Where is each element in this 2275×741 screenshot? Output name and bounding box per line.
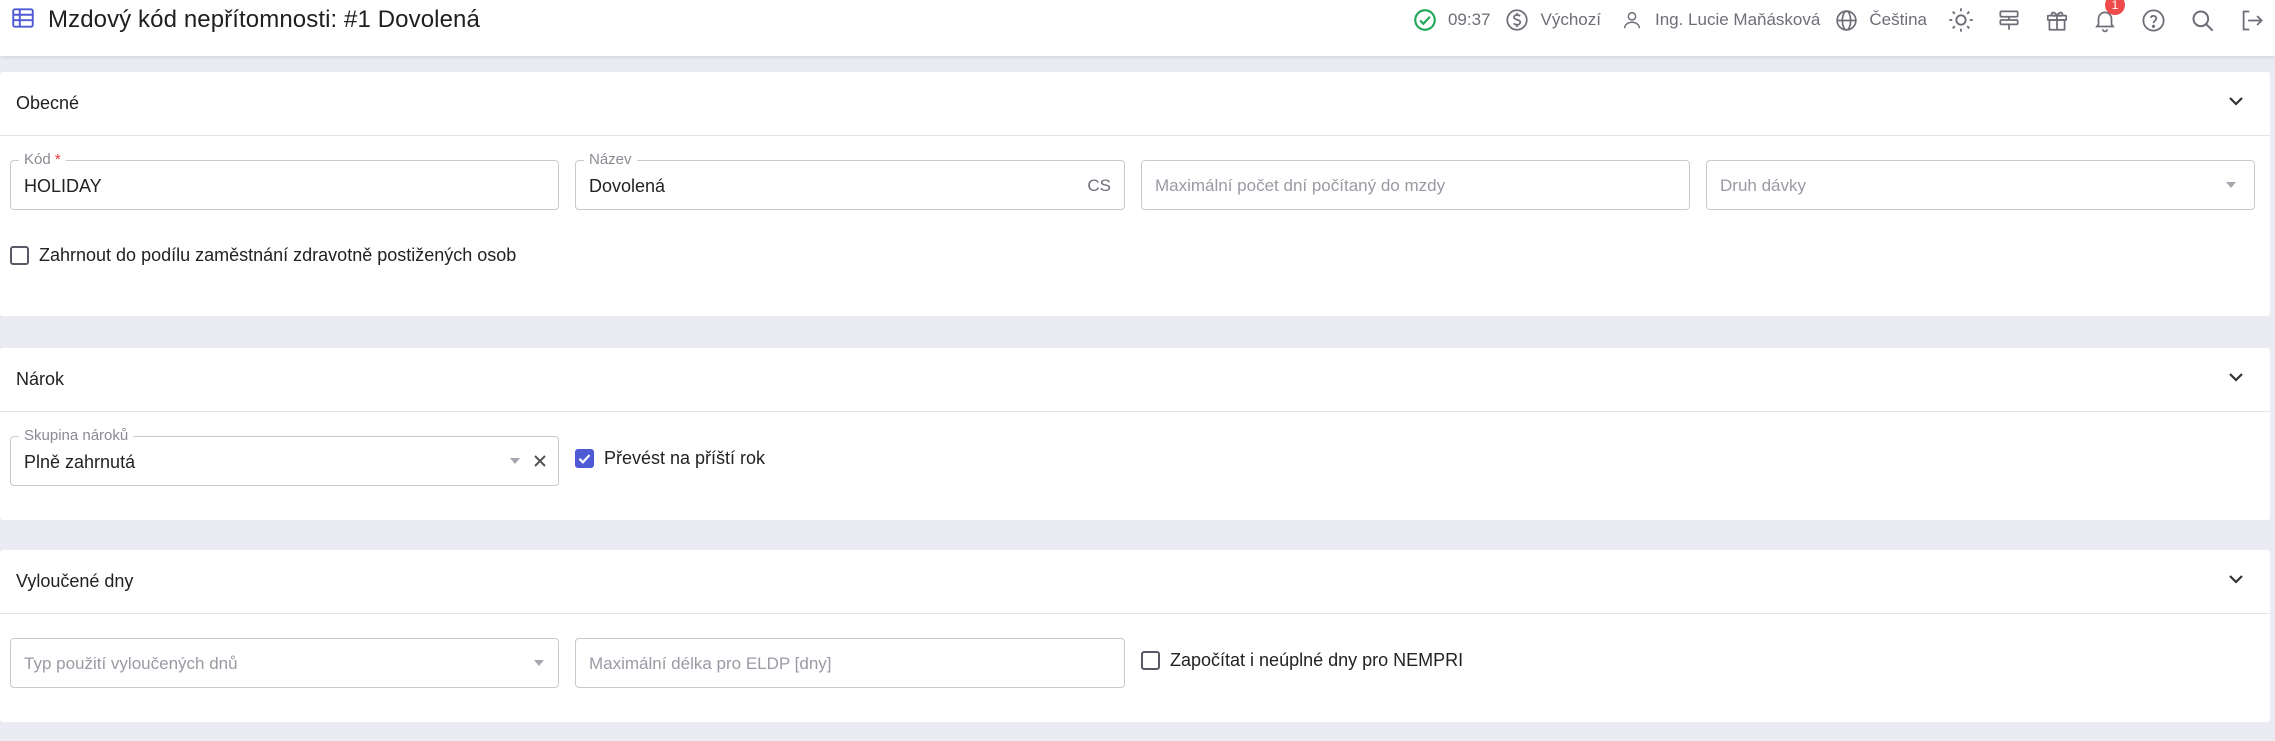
currency-label: Výchozí	[1540, 10, 1601, 29]
name-field[interactable]: Název Dovolená CS	[575, 151, 1125, 210]
toolbar: 09:37 Výchozí Ing. Lucie Maňásková Češti…	[1412, 0, 2275, 40]
notification-badge: 1	[2105, 0, 2125, 15]
user-menu[interactable]: Ing. Lucie Maňásková	[1621, 9, 1820, 31]
partial-days-checkbox[interactable]: Započítat i neúplné dny pro NEMPRI	[1141, 650, 1463, 671]
benefit-type-select[interactable]: Druh dávky	[1706, 160, 2255, 210]
chevron-down-icon[interactable]	[2224, 365, 2248, 394]
help-icon[interactable]	[2140, 7, 2167, 34]
entitlement-group-label: Skupina nároků	[19, 427, 134, 445]
chevron-down-icon[interactable]	[2224, 567, 2248, 596]
user-icon	[1621, 9, 1643, 31]
section-excluded-header[interactable]: Vyloučené dny	[0, 550, 2270, 614]
logout-icon[interactable]	[2238, 7, 2265, 34]
section-entitlement: Nárok Skupina nároků Plně zahrnutá Převé…	[0, 348, 2270, 520]
chevron-down-icon[interactable]	[2224, 89, 2248, 118]
code-field[interactable]: Kód * HOLIDAY	[10, 151, 559, 210]
section-general-header[interactable]: Obecné	[0, 72, 2270, 136]
entitlement-group-value: Plně zahrnutá	[24, 452, 136, 472]
layout-icon[interactable]	[1996, 7, 2022, 33]
code-value: HOLIDAY	[24, 176, 102, 196]
language-selector[interactable]: Čeština	[1834, 8, 1927, 33]
checkbox-box[interactable]	[1141, 651, 1160, 670]
table-icon[interactable]	[10, 5, 36, 36]
section-excluded-days: Vyloučené dny Typ použití vyloučených dn…	[0, 550, 2270, 722]
top-bar: Mzdový kód nepřítomnosti: #1 Dovolená 09…	[0, 0, 2275, 56]
checkbox-box-checked[interactable]	[575, 449, 594, 468]
section-excluded-title: Vyloučené dny	[16, 571, 134, 591]
max-days-field[interactable]: Maximální počet dní počítaný do mzdy	[1141, 160, 1690, 210]
gift-icon[interactable]	[2044, 7, 2070, 33]
usage-type-placeholder: Typ použití vyloučených dnů	[24, 654, 238, 673]
disabled-share-checkbox[interactable]: Zahrnout do podílu zaměstnání zdravotně …	[10, 245, 516, 266]
page-title: Mzdový kód nepřítomnosti: #1 Dovolená	[48, 6, 480, 33]
section-general-title: Obecné	[16, 93, 80, 113]
max-days-placeholder: Maximální počet dní počítaný do mzdy	[1155, 176, 1446, 195]
carry-over-label: Převést na příští rok	[604, 448, 766, 468]
dollar-circle-icon	[1504, 7, 1530, 33]
disabled-share-label: Zahrnout do podílu zaměstnání zdravotně …	[39, 245, 517, 265]
currency-selector[interactable]: Výchozí	[1504, 7, 1601, 33]
dropdown-arrow-icon	[534, 660, 544, 666]
title-area: Mzdový kód nepřítomnosti: #1 Dovolená	[0, 0, 480, 40]
entitlement-group-select[interactable]: Skupina nároků Plně zahrnutá	[10, 427, 559, 486]
checkbox-box[interactable]	[10, 246, 29, 265]
language-label: Čeština	[1869, 10, 1927, 29]
benefit-type-placeholder: Druh dávky	[1720, 176, 1806, 195]
carry-over-checkbox[interactable]: Převést na příští rok	[575, 448, 765, 469]
sun-icon[interactable]	[1947, 6, 1975, 34]
code-label: Kód *	[19, 151, 66, 169]
time-label: 09:37	[1447, 10, 1491, 29]
max-length-field[interactable]: Maximální délka pro ELDP [dny]	[575, 638, 1125, 688]
partial-days-label: Započítat i neúplné dny pro NEMPRI	[1170, 650, 1464, 670]
section-general: Obecné Kód * HOLIDAY Název Dovolená CS M…	[0, 72, 2270, 316]
dropdown-arrow-icon	[2226, 182, 2236, 188]
max-length-placeholder: Maximální délka pro ELDP [dny]	[589, 654, 832, 673]
search-icon[interactable]	[2189, 7, 2216, 34]
dropdown-arrow-icon	[510, 458, 520, 464]
language-suffix[interactable]: CS	[1087, 176, 1111, 196]
globe-icon	[1834, 8, 1859, 33]
section-entitlement-title: Nárok	[16, 369, 65, 389]
close-icon[interactable]	[530, 451, 550, 471]
bell-icon[interactable]: 1	[2092, 0, 2125, 33]
status-time: 09:37	[1412, 7, 1491, 33]
check-circle-icon	[1412, 7, 1438, 33]
section-entitlement-header[interactable]: Nárok	[0, 348, 2270, 412]
name-value: Dovolená	[589, 176, 666, 196]
usage-type-select[interactable]: Typ použití vyloučených dnů	[10, 638, 559, 688]
user-name: Ing. Lucie Maňásková	[1654, 10, 1821, 29]
name-label: Název	[584, 151, 637, 169]
